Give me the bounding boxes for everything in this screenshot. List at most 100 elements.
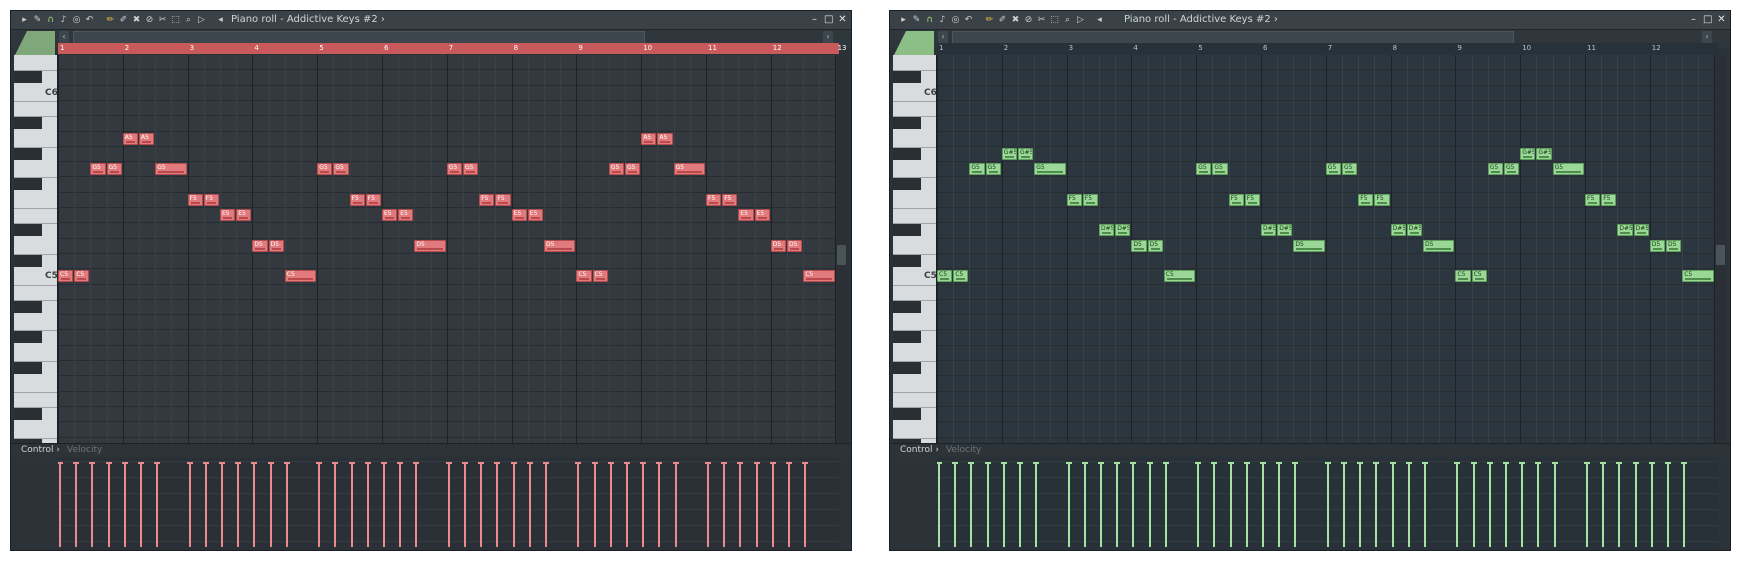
record-icon[interactable]: ◎ bbox=[950, 14, 961, 26]
close-button[interactable]: ✕ bbox=[1717, 13, 1726, 26]
velocity-handle[interactable] bbox=[591, 462, 598, 464]
velocity-handle[interactable] bbox=[1632, 462, 1639, 464]
note[interactable]: F5 bbox=[1585, 193, 1601, 206]
velocity-handle[interactable] bbox=[445, 462, 452, 464]
piano-keyboard[interactable]: C6 C5 bbox=[893, 55, 937, 451]
pencil-icon[interactable]: ✏ bbox=[105, 14, 116, 26]
note[interactable]: G5 bbox=[1325, 163, 1341, 176]
note[interactable]: E5 bbox=[527, 209, 543, 221]
black-key[interactable] bbox=[893, 117, 921, 130]
note[interactable]: E5 bbox=[754, 209, 770, 221]
velocity-stem[interactable] bbox=[528, 463, 531, 547]
velocity-stem[interactable] bbox=[954, 463, 957, 547]
velocity-stem[interactable] bbox=[1553, 463, 1556, 547]
black-key[interactable] bbox=[14, 71, 42, 84]
velocity-stem[interactable] bbox=[707, 463, 709, 547]
scroll-thumb[interactable] bbox=[1716, 245, 1725, 265]
note[interactable]: A5 bbox=[139, 132, 155, 145]
velocity-handle[interactable] bbox=[1033, 462, 1040, 464]
velocity-stem[interactable] bbox=[1424, 463, 1426, 547]
piano-keyboard[interactable]: C6 C5 bbox=[14, 55, 58, 451]
velocity-handle[interactable] bbox=[1373, 462, 1380, 464]
note[interactable]: C5 bbox=[1682, 270, 1714, 283]
velocity-handle[interactable] bbox=[332, 462, 339, 464]
velocity-stem[interactable] bbox=[1391, 463, 1394, 547]
note[interactable]: C5 bbox=[1455, 270, 1471, 283]
black-key[interactable] bbox=[893, 407, 921, 420]
velocity-handle[interactable] bbox=[1130, 462, 1137, 464]
velocity-stem[interactable] bbox=[415, 463, 418, 547]
note[interactable]: E5 bbox=[398, 209, 414, 221]
velocity-stem[interactable] bbox=[1019, 463, 1021, 547]
note[interactable]: D#5 bbox=[1633, 224, 1649, 237]
note[interactable]: A5 bbox=[657, 132, 673, 145]
paint-icon[interactable]: ✐ bbox=[997, 14, 1008, 26]
velocity-stem[interactable] bbox=[1602, 463, 1605, 547]
velocity-stem[interactable] bbox=[188, 463, 191, 547]
select-icon[interactable]: ⬚ bbox=[170, 14, 181, 26]
velocity-stem[interactable] bbox=[221, 463, 223, 547]
minimize-button[interactable]: – bbox=[810, 13, 819, 26]
title-bar[interactable]: ▸ ✎ ∩ ♪ ◎ ↶ ✏ ✐ ✖ ⊘ ✂ ⬚ ⌕ ▷ ◂ Piano roll - Addictive K… bbox=[890, 11, 1730, 30]
wrench-icon[interactable]: ✎ bbox=[32, 14, 43, 26]
velocity-stem[interactable] bbox=[1197, 463, 1200, 547]
velocity-handle[interactable] bbox=[1276, 462, 1283, 464]
note-icon[interactable]: ♪ bbox=[937, 14, 948, 26]
note[interactable]: G5 bbox=[1034, 163, 1066, 176]
velocity-stem[interactable] bbox=[383, 463, 385, 547]
note-grid[interactable]: C5 C5 G5 G5 A5 A5 G5 F5 F5 E5 E5 D5 D5 C5 G5 G5 F5 F5 E5 E5… bbox=[58, 55, 839, 444]
undo-icon[interactable]: ↶ bbox=[963, 14, 974, 26]
velocity-stem[interactable] bbox=[1488, 463, 1491, 547]
velocity-stem[interactable] bbox=[1650, 463, 1653, 547]
zoom-icon[interactable]: ⌕ bbox=[183, 14, 194, 26]
velocity-stem[interactable] bbox=[1326, 463, 1329, 547]
black-key[interactable] bbox=[14, 117, 42, 130]
velocity-stem[interactable] bbox=[1683, 463, 1686, 547]
note[interactable]: C5 bbox=[284, 270, 317, 283]
note[interactable]: C5 bbox=[592, 270, 608, 283]
velocity-handle[interactable] bbox=[316, 462, 323, 464]
scroll-left-icon[interactable]: ‹ bbox=[59, 31, 69, 43]
velocity-stem[interactable] bbox=[970, 463, 973, 547]
velocity-handle[interactable] bbox=[1243, 462, 1250, 464]
note[interactable]: F5 bbox=[1082, 193, 1098, 206]
note[interactable]: F5 bbox=[1601, 193, 1617, 206]
velocity-handle[interactable] bbox=[640, 462, 647, 464]
velocity-handle[interactable] bbox=[478, 462, 485, 464]
velocity-handle[interactable] bbox=[737, 462, 744, 464]
note[interactable]: F5 bbox=[1358, 193, 1374, 206]
note[interactable]: D5 bbox=[1423, 239, 1455, 252]
black-key[interactable] bbox=[14, 331, 42, 344]
note[interactable]: F5 bbox=[495, 193, 511, 206]
note[interactable]: C5 bbox=[58, 270, 74, 283]
mute-icon[interactable]: ⊘ bbox=[144, 14, 155, 26]
velocity-stem[interactable] bbox=[1278, 463, 1281, 547]
velocity-stem[interactable] bbox=[1586, 463, 1588, 547]
velocity-handle[interactable] bbox=[656, 462, 663, 464]
velocity-stem[interactable] bbox=[334, 463, 337, 547]
velocity-handle[interactable] bbox=[1260, 462, 1266, 464]
velocity-stem[interactable] bbox=[107, 463, 110, 547]
velocity-stem[interactable] bbox=[237, 463, 240, 547]
black-key[interactable] bbox=[893, 224, 921, 237]
velocity-handle[interactable] bbox=[526, 462, 533, 464]
velocity-stem[interactable] bbox=[91, 463, 94, 547]
velocity-stem[interactable] bbox=[350, 463, 353, 547]
velocity-handle[interactable] bbox=[1470, 462, 1477, 464]
velocity-handle[interactable] bbox=[413, 462, 420, 464]
note[interactable]: G5 bbox=[608, 163, 624, 176]
velocity-stem[interactable] bbox=[1083, 463, 1086, 547]
note[interactable]: D#5 bbox=[1099, 224, 1115, 237]
velocity-stem[interactable] bbox=[1213, 463, 1216, 547]
velocity-handle[interactable] bbox=[786, 462, 792, 464]
note[interactable]: E5 bbox=[220, 209, 236, 221]
velocity-stem[interactable] bbox=[1472, 463, 1475, 547]
velocity-handle[interactable] bbox=[510, 462, 517, 464]
note[interactable]: E5 bbox=[382, 209, 398, 221]
velocity-stem[interactable] bbox=[1618, 463, 1621, 547]
velocity-handle[interactable] bbox=[937, 462, 942, 464]
velocity-handle[interactable] bbox=[235, 462, 242, 464]
black-key[interactable] bbox=[893, 254, 921, 267]
note[interactable]: D5 bbox=[252, 239, 268, 252]
velocity-stem[interactable] bbox=[1456, 463, 1459, 547]
